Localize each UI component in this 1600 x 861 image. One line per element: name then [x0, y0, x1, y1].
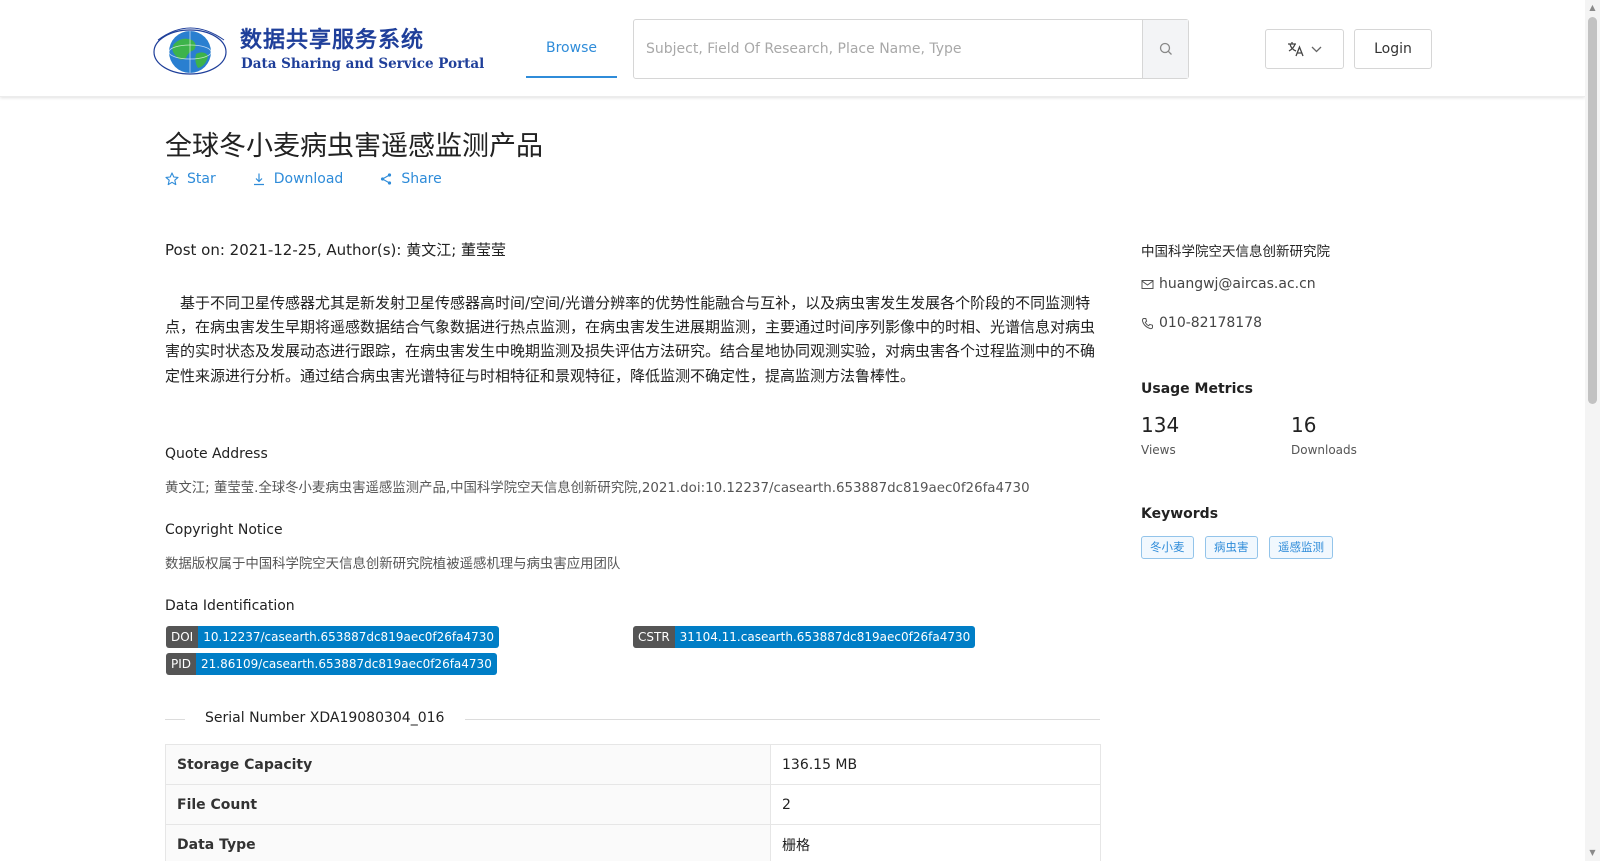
share-button[interactable]: Share	[379, 171, 442, 187]
doi-badge[interactable]: DOI 10.12237/casearth.653887dc819aec0f26…	[166, 626, 500, 648]
identification-heading: Data Identification	[165, 598, 295, 614]
contact-phone[interactable]: 010-82178178	[1141, 315, 1262, 331]
cstr-badge[interactable]: CSTR 31104.11.casearth.653887dc819aec0f2…	[633, 626, 976, 648]
views-count: 134	[1141, 413, 1180, 437]
pid-key: PID	[166, 653, 197, 675]
table-key: File Count	[165, 784, 771, 825]
search-input[interactable]	[634, 20, 1144, 78]
pid-value: 21.86109/casearth.653887dc819aec0f26fa47…	[196, 653, 497, 675]
nav-browse-tab[interactable]: Browse	[526, 0, 617, 78]
phone-icon	[1141, 317, 1153, 329]
table-value: 136.15 MB	[770, 744, 1101, 785]
downloads-count: 16	[1291, 413, 1317, 437]
copyright-text: 数据版权属于中国科学院空天信息创新研究院植被遥感机理与病虫害应用团队	[165, 557, 621, 572]
serial-number-divider: Serial Number XDA19080304_016	[165, 709, 1100, 729]
dataset-title: 全球冬小麦病虫害遥感监测产品	[165, 131, 543, 162]
login-button[interactable]: Login	[1354, 29, 1432, 69]
doi-value: 10.12237/casearth.653887dc819aec0f26fa47…	[198, 626, 500, 648]
scroll-up-arrow-icon[interactable]: ▲	[1588, 3, 1597, 13]
quote-heading: Quote Address	[165, 446, 268, 462]
downloads-label: Downloads	[1291, 443, 1357, 457]
star-button[interactable]: Star	[165, 171, 216, 187]
post-info: Post on: 2021-12-25, Author(s): 黄文江; 董莹莹	[165, 241, 507, 259]
download-button[interactable]: Download	[252, 171, 344, 187]
mail-icon	[1141, 279, 1154, 289]
dataset-actions: Star Download Share	[165, 171, 478, 187]
scroll-down-arrow-icon[interactable]: ▼	[1588, 848, 1597, 858]
keyword-tag[interactable]: 遥感监测	[1269, 536, 1333, 559]
quote-text: 黄文江; 董莹莹.全球冬小麦病虫害遥感监测产品,中国科学院空天信息创新研究院,2…	[165, 481, 1030, 496]
serial-number: Serial Number XDA19080304_016	[205, 710, 445, 726]
search-button[interactable]	[1142, 20, 1188, 78]
table-row: File Count 2	[165, 784, 1101, 825]
table-row: Data Type 栅格	[165, 824, 1101, 861]
logo-title-cn: 数据共享服务系统	[240, 28, 425, 53]
table-row: Storage Capacity 136.15 MB	[165, 744, 1101, 785]
views-label: Views	[1141, 443, 1176, 457]
download-icon	[253, 173, 264, 186]
logo-title-en: Data Sharing and Service Portal	[241, 56, 485, 72]
star-label: Star	[187, 171, 216, 187]
site-logo[interactable]: 数据共享服务系统 Data Sharing and Service Portal	[152, 18, 484, 80]
divider-line-left	[165, 719, 185, 720]
search-icon	[1159, 42, 1172, 55]
translate-icon	[1288, 42, 1304, 57]
share-label: Share	[401, 171, 442, 187]
table-value: 2	[770, 784, 1101, 825]
table-value: 栅格	[770, 824, 1101, 861]
keyword-tag[interactable]: 冬小麦	[1141, 536, 1194, 559]
share-icon	[381, 173, 392, 185]
language-dropdown[interactable]	[1265, 29, 1344, 69]
page-scrollbar[interactable]: ▲ ▼	[1585, 0, 1600, 861]
pid-badge[interactable]: PID 21.86109/casearth.653887dc819aec0f26…	[166, 653, 497, 675]
copyright-heading: Copyright Notice	[165, 522, 283, 538]
download-label: Download	[273, 171, 344, 187]
dataset-info-table: Storage Capacity 136.15 MB File Count 2 …	[165, 744, 1101, 861]
contact-email[interactable]: huangwj@aircas.ac.cn	[1141, 276, 1316, 292]
scrollbar-thumb[interactable]	[1588, 17, 1597, 404]
chevron-down-icon	[1311, 46, 1322, 52]
email-text: huangwj@aircas.ac.cn	[1159, 276, 1316, 292]
cstr-value: 31104.11.casearth.653887dc819aec0f26fa47…	[674, 626, 976, 648]
cstr-key: CSTR	[633, 626, 675, 648]
keyword-tag[interactable]: 病虫害	[1205, 536, 1258, 559]
table-key: Storage Capacity	[165, 744, 771, 785]
organization-name: 中国科学院空天信息创新研究院	[1141, 244, 1330, 260]
divider-line-right	[465, 719, 1100, 720]
top-header: 数据共享服务系统 Data Sharing and Service Portal…	[0, 0, 1585, 97]
doi-key: DOI	[166, 626, 199, 648]
keywords-heading: Keywords	[1141, 506, 1219, 522]
usage-metrics-heading: Usage Metrics	[1141, 381, 1253, 397]
search-box	[633, 19, 1189, 79]
globe-logo-icon	[153, 27, 227, 75]
phone-text: 010-82178178	[1159, 315, 1263, 331]
star-icon	[165, 172, 179, 186]
dataset-abstract: 基于不同卫星传感器尤其是新发射卫星传感器高时间/空间/光谱分辨率的优势性能融合与…	[165, 294, 1096, 385]
table-key: Data Type	[165, 824, 771, 861]
